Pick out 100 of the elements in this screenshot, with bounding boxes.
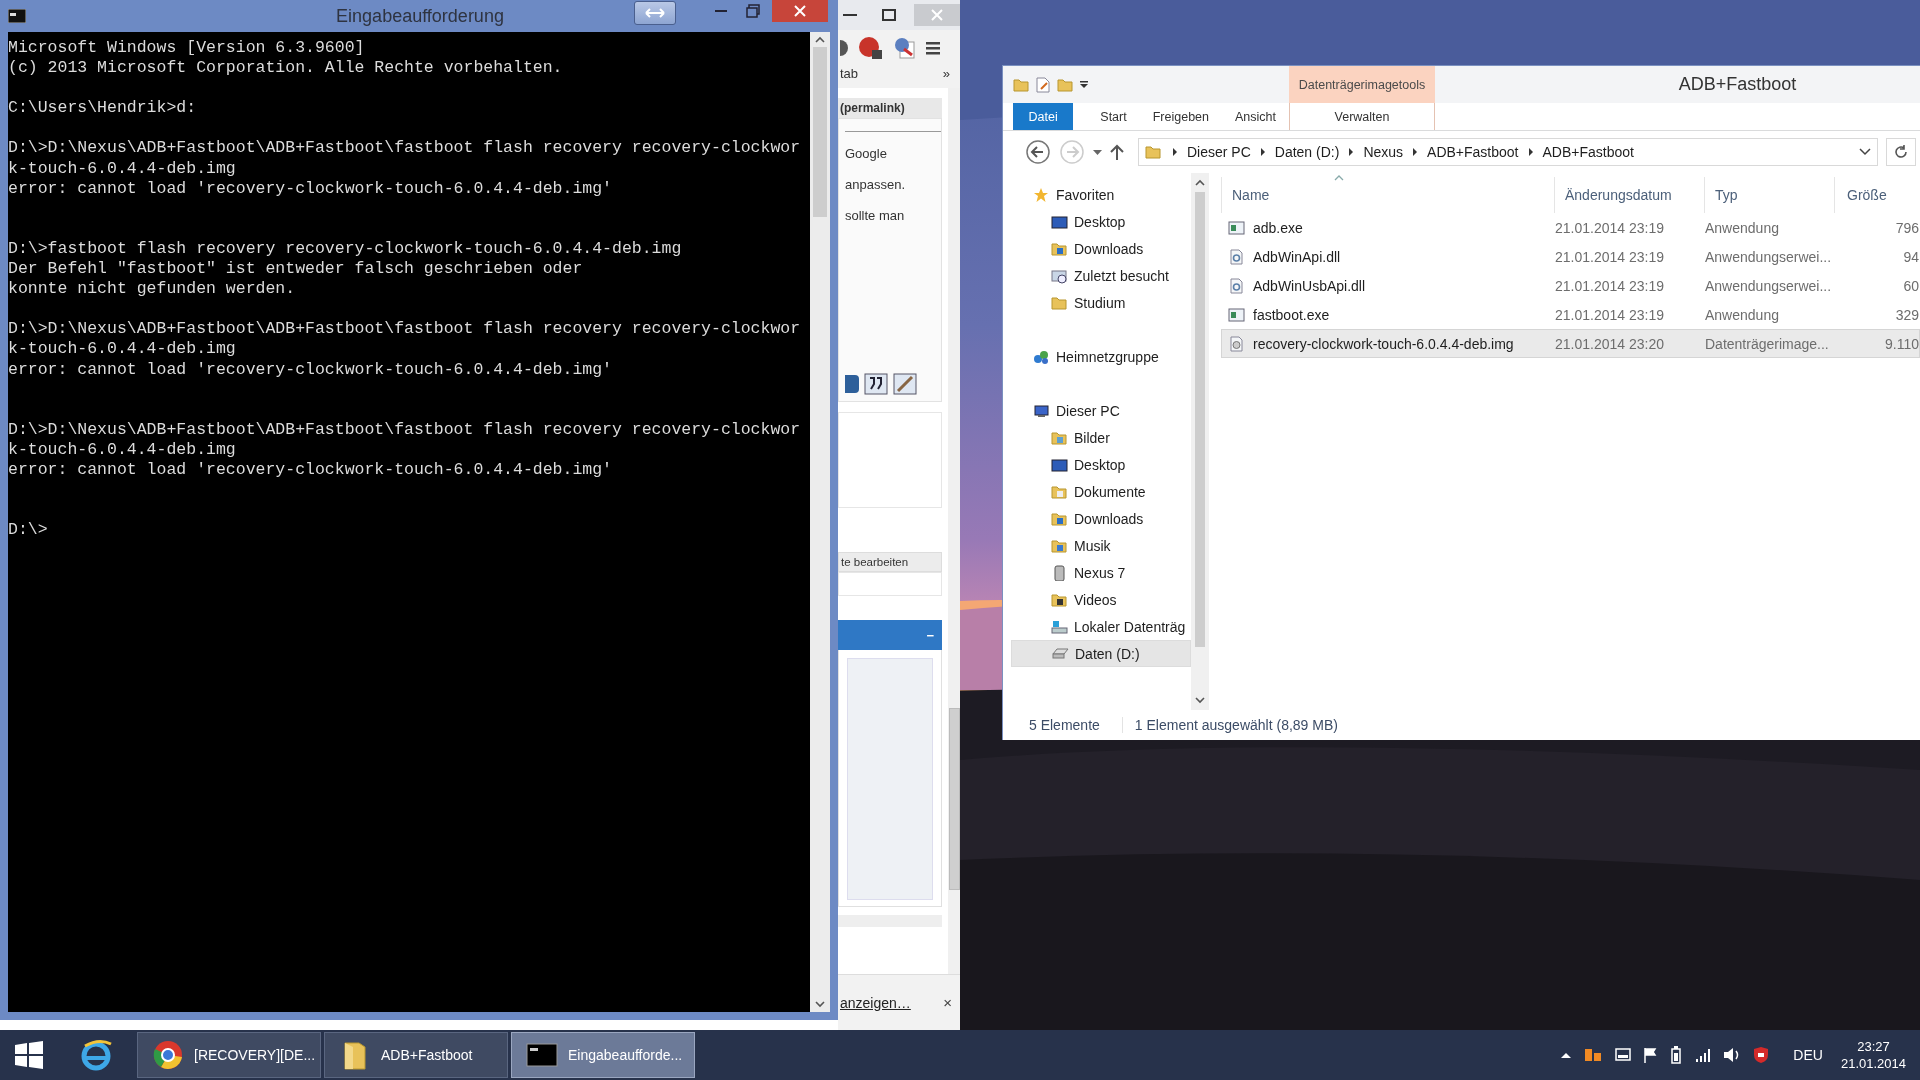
bookmark-label[interactable]: tab bbox=[840, 66, 859, 88]
file-row[interactable]: adb.exe 21.01.2014 23:19 Anwendung 796 bbox=[1221, 213, 1920, 242]
button-icon[interactable] bbox=[845, 373, 859, 395]
close-bar-button[interactable]: × bbox=[943, 994, 952, 1011]
scrollbar[interactable] bbox=[810, 32, 830, 1012]
menu-icon[interactable] bbox=[926, 41, 940, 55]
clock-icon bbox=[1051, 267, 1068, 284]
quote-icon[interactable] bbox=[864, 373, 888, 395]
extension-icon[interactable] bbox=[840, 40, 848, 56]
nav-item[interactable]: Nexus 7 bbox=[1011, 559, 1191, 586]
chevron-icon[interactable] bbox=[1412, 147, 1419, 157]
customize-caret-icon[interactable] bbox=[1079, 80, 1089, 89]
chevron-icon[interactable] bbox=[1172, 147, 1178, 157]
close-icon bbox=[931, 9, 943, 21]
recent-locations-button[interactable] bbox=[1093, 149, 1102, 155]
chevron-up-icon[interactable] bbox=[1561, 1051, 1572, 1059]
breadcrumb-item[interactable]: Daten (D:) bbox=[1274, 144, 1340, 160]
caret-icon bbox=[1093, 149, 1102, 155]
taskbar-button[interactable]: ADB+Fastboot bbox=[324, 1032, 508, 1078]
permalink-link[interactable]: (permalink) bbox=[838, 98, 942, 118]
ribbon-tab[interactable]: Start bbox=[1087, 103, 1140, 130]
column-header[interactable]: Typ bbox=[1704, 177, 1834, 213]
flag-icon[interactable] bbox=[1643, 1047, 1658, 1063]
refresh-button[interactable] bbox=[1886, 138, 1916, 166]
scrollbar-thumb[interactable] bbox=[948, 708, 960, 890]
ribbon-tab[interactable]: Freigeben bbox=[1139, 103, 1222, 130]
taskbar-button[interactable]: Eingabeaufforde... bbox=[511, 1032, 695, 1078]
file-row[interactable]: AdbWinUsbApi.dll 21.01.2014 23:19 Anwendungserwei... 60 bbox=[1221, 271, 1920, 300]
column-header[interactable]: Änderungsdatum bbox=[1554, 177, 1704, 213]
file-row[interactable]: fastboot.exe 21.01.2014 23:19 Anwendung 329 bbox=[1221, 300, 1920, 329]
ribbon-tab[interactable]: Ansicht bbox=[1222, 103, 1289, 130]
nav-item[interactable]: Heimnetzgruppe bbox=[1011, 343, 1191, 370]
edit-icon[interactable] bbox=[893, 373, 917, 395]
nav-item[interactable]: Downloads bbox=[1011, 505, 1191, 532]
back-button[interactable] bbox=[1025, 139, 1051, 165]
scrollbar-thumb[interactable] bbox=[813, 47, 827, 217]
adblock-icon[interactable] bbox=[858, 36, 884, 60]
chevron-icon[interactable] bbox=[1527, 147, 1534, 157]
column-header[interactable]: Größe bbox=[1834, 177, 1920, 213]
close-icon bbox=[794, 5, 806, 17]
breadcrumb-item[interactable]: ADB+Fastboot bbox=[1427, 144, 1519, 160]
nav-item[interactable]: Videos bbox=[1011, 586, 1191, 613]
nav-item[interactable]: Daten (D:) bbox=[1011, 640, 1191, 667]
chevron-icon[interactable] bbox=[1259, 147, 1266, 157]
language-indicator[interactable]: DEU bbox=[1793, 1047, 1823, 1063]
ribbon-tab[interactable]: Verwalten bbox=[1321, 103, 1403, 130]
nav-item[interactable]: Desktop bbox=[1011, 451, 1191, 478]
breadcrumb-item[interactable]: Nexus bbox=[1363, 144, 1404, 160]
scroll-up-icon[interactable] bbox=[815, 36, 825, 43]
pdf-icon[interactable] bbox=[894, 37, 916, 59]
nav-item[interactable]: Studium bbox=[1011, 289, 1191, 316]
nav-item[interactable]: Dokumente bbox=[1011, 478, 1191, 505]
file-menu-tab[interactable]: Datei bbox=[1013, 103, 1074, 130]
network-icon bbox=[1033, 348, 1050, 365]
context-tab-group: Datenträgerimagetools bbox=[1289, 66, 1435, 103]
dropdown-caret-icon[interactable] bbox=[1859, 148, 1871, 156]
chevron-icon[interactable] bbox=[1348, 147, 1355, 157]
breadcrumb-item[interactable]: ADB+Fastboot bbox=[1542, 144, 1634, 160]
taskbar-button[interactable]: [RECOVERY][DE... bbox=[137, 1032, 321, 1078]
close-button[interactable] bbox=[772, 0, 828, 22]
nav-item[interactable]: Lokaler Datenträg bbox=[1011, 613, 1191, 640]
scroll-down-icon[interactable] bbox=[815, 1001, 825, 1008]
nav-item[interactable]: Musik bbox=[1011, 532, 1191, 559]
scroll-down-icon[interactable] bbox=[1195, 697, 1205, 704]
file-row[interactable]: recovery-clockwork-touch-6.0.4.4-deb.img 21.01.2014 23:20 Datenträgerimage... 9.110 bbox=[1221, 329, 1920, 358]
collapse-button[interactable]: − bbox=[926, 627, 934, 643]
scroll-up-icon[interactable] bbox=[1195, 179, 1205, 186]
modified-date: 21.01.2014 23:19 bbox=[1555, 277, 1665, 294]
breadcrumb-item[interactable]: Dieser PC bbox=[1187, 144, 1251, 160]
maximize-icon bbox=[882, 9, 896, 21]
resize-button[interactable] bbox=[634, 1, 676, 25]
nav-item[interactable]: Dieser PC bbox=[1011, 397, 1191, 424]
nav-item[interactable]: Desktop bbox=[1011, 208, 1191, 235]
column-header[interactable]: Name bbox=[1221, 177, 1554, 213]
nav-item[interactable]: Downloads bbox=[1011, 235, 1191, 262]
nav-item[interactable]: Favoriten bbox=[1011, 181, 1191, 208]
clock[interactable]: 23:27 21.01.2014 bbox=[1834, 1038, 1912, 1072]
bookmark-overflow-button[interactable]: » bbox=[942, 66, 950, 88]
file-row[interactable]: AdbWinApi.dll 21.01.2014 23:19 Anwendungserwei... 94 bbox=[1221, 242, 1920, 271]
shield-icon[interactable] bbox=[1753, 1046, 1770, 1064]
horizontal-scrollbar[interactable] bbox=[838, 915, 942, 927]
nav-item[interactable]: Bilder bbox=[1011, 424, 1191, 451]
scrollbar-thumb[interactable] bbox=[1195, 192, 1205, 647]
file-size: 94 bbox=[1902, 248, 1919, 265]
download-bar-link[interactable]: anzeigen… bbox=[840, 994, 911, 1011]
up-button[interactable] bbox=[1110, 144, 1124, 160]
signal-icon[interactable] bbox=[1695, 1047, 1712, 1063]
gear-file-icon bbox=[1228, 248, 1245, 265]
battery-icon[interactable] bbox=[1669, 1046, 1684, 1064]
minimize-icon bbox=[843, 14, 857, 16]
edit-link[interactable]: te bearbeiten bbox=[838, 552, 942, 572]
monitor-icon[interactable] bbox=[1615, 1047, 1632, 1063]
drive-icon bbox=[1051, 618, 1068, 635]
nav-item[interactable]: Zuletzt besucht bbox=[1011, 262, 1191, 289]
post-text: Google bbox=[845, 146, 888, 162]
app-icon[interactable] bbox=[1583, 1047, 1604, 1063]
up-arrow-icon bbox=[1110, 144, 1124, 160]
properties-icon[interactable] bbox=[1035, 76, 1051, 93]
address-bar[interactable]: Dieser PC Daten (D:) Nexus ADB+Fastboot ADB+Fastboot bbox=[1138, 138, 1878, 166]
scrollbar[interactable] bbox=[1191, 173, 1209, 710]
